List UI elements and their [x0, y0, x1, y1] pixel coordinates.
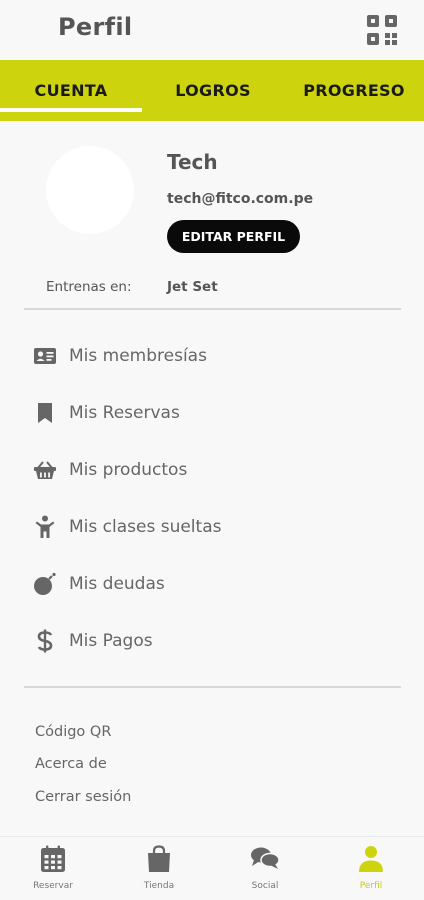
divider: [24, 686, 401, 688]
menu-item-label: Mis deudas: [69, 574, 165, 594]
avatar[interactable]: [46, 146, 134, 234]
nav-reservar[interactable]: Reservar: [0, 837, 106, 900]
trains-at-value: Jet Set: [167, 279, 218, 295]
tab-cuenta-label: CUENTA: [34, 81, 108, 100]
nav-perfil[interactable]: Perfil: [318, 837, 424, 900]
dollar-icon: [33, 629, 57, 653]
menu-item-label: Mis productos: [69, 460, 188, 480]
nav-label: Social: [251, 881, 279, 891]
tab-progreso[interactable]: PROGRESO: [284, 60, 424, 121]
menu-item-pagos[interactable]: Mis Pagos: [24, 621, 401, 661]
divider: [24, 308, 401, 310]
user-icon: [318, 845, 424, 873]
menu-item-deudas[interactable]: Mis deudas: [24, 564, 401, 604]
calendar-icon: [0, 845, 106, 873]
menu-item-reservas[interactable]: Mis Reservas: [24, 393, 401, 433]
shopping-bag-icon: [106, 845, 212, 873]
menu-item-label: Mis membresías: [69, 346, 207, 366]
person-icon: [33, 515, 57, 539]
menu-item-productos[interactable]: Mis productos: [24, 450, 401, 490]
bookmark-icon: [33, 401, 57, 425]
menu-item-membresias[interactable]: Mis membresías: [24, 336, 401, 376]
bomb-icon: [33, 572, 57, 596]
trains-at-label: Entrenas en:: [46, 279, 132, 295]
profile-email: tech@fitco.com.pe: [167, 191, 314, 207]
basket-icon: [33, 458, 57, 482]
logout-link[interactable]: Cerrar sesión: [35, 789, 131, 805]
app-header: Perfil: [0, 0, 424, 60]
id-card-icon: [33, 344, 57, 368]
tab-logros[interactable]: LOGROS: [142, 60, 284, 121]
about-link[interactable]: Acerca de: [35, 756, 107, 772]
chat-bubbles-icon: [212, 845, 318, 873]
qr-code-link[interactable]: Código QR: [35, 724, 111, 740]
page-title: Perfil: [58, 13, 133, 41]
nav-label: Tienda: [143, 881, 175, 891]
nav-label: Perfil: [359, 881, 383, 891]
active-tab-indicator: [0, 108, 142, 112]
nav-label: Reservar: [33, 881, 73, 891]
qr-code-icon[interactable]: [366, 14, 398, 46]
menu-item-label: Mis Reservas: [69, 403, 180, 423]
tab-logros-label: LOGROS: [175, 81, 251, 100]
tab-progreso-label: PROGRESO: [303, 81, 405, 100]
menu-item-label: Mis clases sueltas: [69, 517, 222, 537]
edit-profile-button[interactable]: EDITAR PERFIL: [167, 220, 300, 253]
menu-item-clases-sueltas[interactable]: Mis clases sueltas: [24, 507, 401, 547]
profile-name: Tech: [167, 150, 218, 174]
nav-social[interactable]: Social: [212, 837, 318, 900]
menu-item-label: Mis Pagos: [69, 631, 153, 651]
nav-tienda[interactable]: Tienda: [106, 837, 212, 900]
bottom-navigation: Reservar Tienda Social Perfil: [0, 836, 424, 900]
